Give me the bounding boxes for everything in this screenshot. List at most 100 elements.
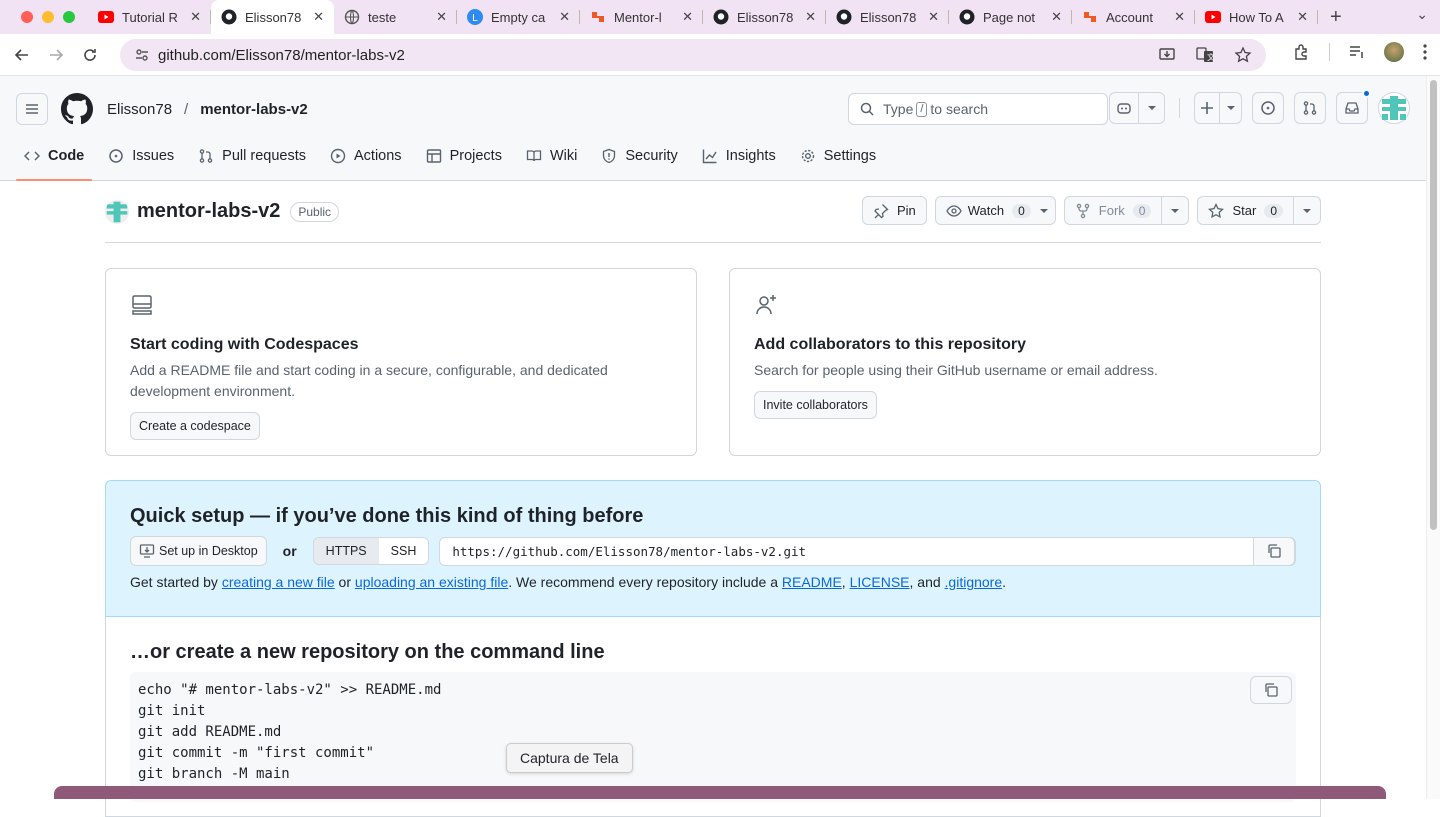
create-new-button[interactable] (1194, 92, 1220, 124)
create-new-file-link[interactable]: creating a new file (222, 574, 335, 590)
close-tab-icon[interactable]: ✕ (1051, 9, 1062, 25)
copy-url-button[interactable] (1253, 536, 1295, 566)
tab-insights[interactable]: Insights (694, 136, 784, 176)
minimize-window-button[interactable] (42, 11, 54, 23)
tab-security[interactable]: Security (593, 136, 685, 176)
close-tab-icon[interactable]: ✕ (436, 9, 447, 25)
tab-projects[interactable]: Projects (418, 136, 510, 176)
pull-requests-button[interactable] (1294, 92, 1326, 124)
star-dropdown[interactable] (1294, 196, 1321, 225)
extensions-puzzle-icon[interactable] (1293, 43, 1311, 61)
browser-tab[interactable]: Page not ✕ (949, 0, 1072, 34)
repo-link[interactable]: mentor-labs-v2 (200, 101, 308, 118)
tab-code[interactable]: Code (16, 136, 93, 181)
table-icon (426, 149, 441, 163)
close-window-button[interactable] (21, 11, 33, 23)
close-tab-icon[interactable]: ✕ (1174, 9, 1185, 25)
menu-button[interactable] (16, 93, 48, 125)
readme-link[interactable]: README (782, 574, 842, 590)
fork-dropdown[interactable] (1162, 196, 1190, 225)
star-button[interactable]: Star 0 (1197, 196, 1294, 225)
tab-settings-label: Settings (823, 148, 877, 164)
protocol-toggle: HTTPS SSH (312, 537, 430, 565)
media-controls-icon[interactable] (1348, 43, 1366, 61)
issues-button[interactable] (1252, 92, 1284, 124)
visibility-badge: Public (290, 201, 340, 222)
github-icon (221, 9, 237, 25)
copilot-button[interactable] (1109, 92, 1139, 124)
codespaces-icon (132, 295, 152, 315)
close-tab-icon[interactable]: ✕ (313, 9, 324, 25)
close-tab-icon[interactable]: ✕ (559, 9, 570, 25)
notifications-button[interactable] (1336, 89, 1371, 124)
copilot-button-group (1109, 92, 1165, 124)
gitignore-link[interactable]: .gitignore (945, 574, 1003, 590)
browser-menu-icon[interactable] (1422, 43, 1428, 61)
browser-tab[interactable]: L Empty ca ✕ (457, 0, 580, 34)
new-tab-button[interactable]: + (1330, 6, 1342, 29)
close-tab-icon[interactable]: ✕ (928, 9, 939, 25)
close-tab-icon[interactable]: ✕ (1297, 9, 1308, 25)
tab-pull-requests[interactable]: Pull requests (190, 136, 314, 176)
https-toggle[interactable]: HTTPS (313, 538, 379, 564)
copy-commands-button[interactable] (1250, 676, 1292, 704)
close-tab-icon[interactable]: ✕ (190, 9, 201, 25)
quick-setup-panel: Quick setup — if you’ve done this kind o… (105, 480, 1321, 617)
create-new-dropdown[interactable] (1220, 92, 1242, 124)
close-tab-icon[interactable]: ✕ (805, 9, 816, 25)
license-link[interactable]: LICENSE (850, 574, 910, 590)
user-avatar[interactable] (1378, 92, 1410, 124)
orange-app-icon (1082, 9, 1098, 25)
browser-tab[interactable]: Tutorial R ✕ (88, 0, 211, 34)
create-codespace-button[interactable]: Create a codespace (130, 412, 260, 440)
search-placeholder-start: Type (883, 101, 914, 117)
codespaces-desc: Add a README file and start coding in a … (130, 362, 608, 399)
forward-button[interactable] (44, 43, 68, 67)
book-icon (526, 150, 542, 162)
fork-button[interactable]: Fork 0 (1063, 196, 1163, 225)
ssh-toggle[interactable]: SSH (378, 538, 429, 564)
browser-tab[interactable]: Elisson78 ✕ (211, 0, 334, 34)
page-scrollbar[interactable] (1426, 76, 1440, 799)
pin-button[interactable]: Pin (861, 196, 927, 225)
search-input[interactable]: Type / to search (848, 93, 1108, 125)
identicon-icon (1382, 96, 1406, 120)
upload-file-link[interactable]: uploading an existing file (355, 574, 508, 590)
github-logo-icon[interactable] (61, 93, 93, 125)
close-tab-icon[interactable]: ✕ (682, 9, 693, 25)
svg-text:文: 文 (1207, 52, 1214, 62)
tab-settings[interactable]: Settings (792, 136, 884, 176)
command-line-title: …or create a new repository on the comma… (130, 641, 605, 663)
browser-tab[interactable]: Account ✕ (1072, 0, 1195, 34)
browser-tab[interactable]: Elisson78 ✕ (703, 0, 826, 34)
bookmark-star-icon[interactable] (1234, 46, 1252, 64)
help-text-5: , and (909, 574, 945, 590)
browser-tab[interactable]: teste ✕ (334, 0, 457, 34)
clone-url-input[interactable]: https://github.com/Elisson78/mentor-labs… (439, 536, 1296, 566)
tab-search-chevron-icon[interactable]: ⌄ (1416, 6, 1428, 23)
tab-issues[interactable]: Issues (100, 136, 182, 176)
repo-title[interactable]: mentor-labs-v2 (137, 200, 280, 223)
watch-label: Watch (967, 203, 1005, 218)
tab-actions[interactable]: Actions (322, 136, 410, 176)
github-icon (713, 9, 729, 25)
browser-tab[interactable]: How To A ✕ (1195, 0, 1318, 34)
profile-avatar[interactable] (1384, 42, 1404, 62)
setup-desktop-button[interactable]: Set up in Desktop (130, 536, 267, 566)
scrollbar-thumb[interactable] (1430, 80, 1437, 530)
tab-wiki[interactable]: Wiki (518, 136, 585, 176)
install-app-icon[interactable] (1158, 46, 1176, 64)
invite-collaborators-button[interactable]: Invite collaborators (754, 391, 877, 419)
translate-icon[interactable]: 文 (1196, 46, 1214, 64)
watch-button[interactable]: Watch 0 (934, 196, 1056, 225)
address-bar[interactable]: github.com/Elisson78/mentor-labs-v2 文 (120, 39, 1266, 71)
site-settings-icon[interactable] (134, 47, 150, 63)
owner-link[interactable]: Elisson78 (107, 101, 172, 118)
reload-button[interactable] (78, 43, 102, 67)
maximize-window-button[interactable] (63, 11, 75, 23)
repo-forked-icon (1076, 203, 1090, 218)
browser-tab[interactable]: Elisson78 ✕ (826, 0, 949, 34)
browser-tab[interactable]: Mentor-l ✕ (580, 0, 703, 34)
back-button[interactable] (10, 43, 34, 67)
copilot-dropdown[interactable] (1139, 92, 1165, 124)
